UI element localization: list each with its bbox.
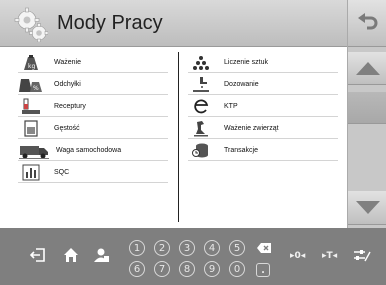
column-divider xyxy=(178,52,179,222)
tare-button[interactable]: ▸T◂ xyxy=(322,251,337,261)
home-button[interactable] xyxy=(63,247,79,263)
weighing-icon: kg xyxy=(18,54,44,72)
footer-keypad: 1 2 3 4 5 6 7 8 9 0 . ▸0◂ ▸T◂ xyxy=(0,228,386,285)
animal-weighing-icon xyxy=(188,120,214,138)
gears-icon xyxy=(14,7,48,42)
mode-animal-weighing[interactable]: Ważenie zwierząt xyxy=(188,119,338,139)
scroll-down-button[interactable] xyxy=(348,191,386,225)
mode-deviation[interactable]: % Odchyłki xyxy=(18,75,168,95)
arrow-up-icon xyxy=(355,62,380,75)
key-8[interactable]: 8 xyxy=(179,261,195,277)
key-4[interactable]: 4 xyxy=(204,240,220,256)
mode-label: Odchyłki xyxy=(54,81,81,88)
truck-scale-icon xyxy=(18,142,50,160)
title-bar: Mody Pracy xyxy=(0,0,347,47)
mode-list: kg Ważenie % Odchyłki Receptury Gęstość … xyxy=(0,48,347,228)
svg-text:kg: kg xyxy=(28,63,35,70)
dosing-icon xyxy=(188,76,214,94)
counting-icon xyxy=(188,54,214,72)
key-3[interactable]: 3 xyxy=(179,240,195,256)
mode-label: Liczenie sztuk xyxy=(224,59,268,66)
mode-ktp[interactable]: KTP xyxy=(188,97,338,117)
key-6[interactable]: 6 xyxy=(129,261,145,277)
key-1[interactable]: 1 xyxy=(129,240,145,256)
scroll-position-indicator[interactable] xyxy=(348,92,386,124)
key-2[interactable]: 2 xyxy=(154,240,170,256)
mode-label: Waga samochodowa xyxy=(56,147,122,154)
mode-weighing[interactable]: kg Ważenie xyxy=(18,53,168,73)
page-title: Mody Pracy xyxy=(57,12,163,34)
mode-dosing[interactable]: Dozowanie xyxy=(188,75,338,95)
density-icon xyxy=(18,120,44,138)
key-9[interactable]: 9 xyxy=(204,261,220,277)
settings-button[interactable] xyxy=(353,247,371,263)
mode-label: KTP xyxy=(224,103,238,110)
settings-icon xyxy=(354,250,371,262)
mode-sqc[interactable]: SQC xyxy=(18,163,168,183)
logout-icon xyxy=(30,248,45,262)
transactions-icon xyxy=(188,142,214,160)
key-decimal[interactable]: . xyxy=(256,263,270,277)
user-icon xyxy=(94,248,109,262)
deviation-icon: % xyxy=(18,76,44,94)
mode-label: Gęstość xyxy=(54,125,80,132)
mode-label: Transakcje xyxy=(224,147,258,154)
recipe-icon xyxy=(18,98,44,116)
mode-label: Ważenie zwierząt xyxy=(224,125,279,132)
logout-button[interactable] xyxy=(30,247,46,263)
mode-transactions[interactable]: Transakcje xyxy=(188,141,338,161)
backspace-icon xyxy=(257,243,271,253)
key-0[interactable]: 0 xyxy=(229,261,245,277)
svg-text:%: % xyxy=(33,85,39,92)
mode-truck-scale[interactable]: Waga samochodowa xyxy=(18,141,168,161)
arrow-down-icon xyxy=(355,200,380,214)
back-arrow-icon xyxy=(357,13,377,30)
key-7[interactable]: 7 xyxy=(154,261,170,277)
key-5[interactable]: 5 xyxy=(229,240,245,256)
ktp-icon xyxy=(188,98,214,116)
mode-label: Dozowanie xyxy=(224,81,259,88)
user-button[interactable] xyxy=(92,247,110,263)
back-button[interactable] xyxy=(348,0,386,47)
zero-button[interactable]: ▸0◂ xyxy=(290,251,305,261)
home-icon xyxy=(64,248,78,262)
mode-label: SQC xyxy=(54,169,70,176)
backspace-button[interactable] xyxy=(256,241,272,255)
mode-label: Ważenie xyxy=(54,59,81,66)
sqc-icon xyxy=(18,164,44,182)
scroll-up-button[interactable] xyxy=(348,52,386,85)
mode-recipe[interactable]: Receptury xyxy=(18,97,168,117)
side-navigation xyxy=(347,0,386,228)
mode-density[interactable]: Gęstość xyxy=(18,119,168,139)
mode-label: Receptury xyxy=(54,103,86,110)
mode-counting[interactable]: Liczenie sztuk xyxy=(188,53,338,73)
